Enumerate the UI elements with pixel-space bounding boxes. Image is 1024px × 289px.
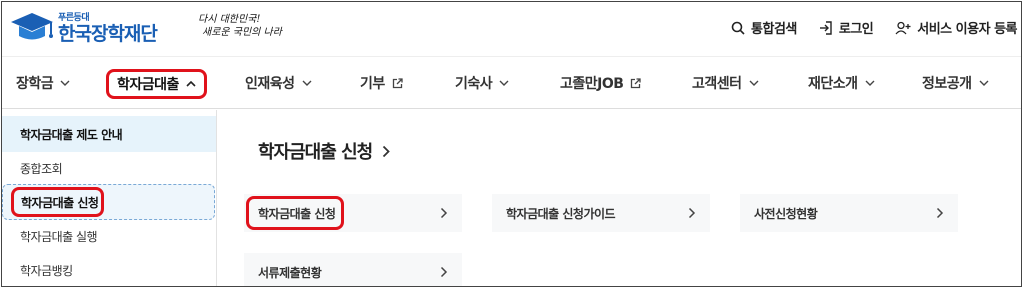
chevron-down-icon [302,80,312,86]
sidebar-item-loan-guide[interactable]: 학자금대출 제도 안내 [2,116,216,152]
chevron-down-icon [979,80,989,86]
card-label: 사전신청현황 [754,206,818,221]
integrated-search-link[interactable]: 통합검색 [731,18,797,37]
gnb-dormitory[interactable]: 기숙사 [455,57,509,109]
gnb-foundation[interactable]: 재단소개 [808,57,875,109]
chevron-right-icon [383,145,390,157]
user-add-icon [895,21,911,34]
slogan-line-2: 새로운 국민의 나라 [202,27,282,38]
gnb-job-label: 고졸만JOB [560,76,624,92]
card-label: 학자금대출 신청가이드 [506,206,616,221]
gnb-scholarship[interactable]: 장학금 [16,57,70,109]
gnb-talent[interactable]: 인재육성 [245,57,312,109]
card-document-status[interactable]: 서류제출현황 [244,253,462,286]
service-register-label: 서비스 이용자 등록 [917,22,1017,37]
gnb-disclosure[interactable]: 정보공개 [922,57,989,109]
header: 푸른등대 한국장학재단 다시 대한민국! 새로운 국민의 나라 통합검색 로그인… [2,2,1021,56]
gnb-donation-label: 기부 [360,76,385,92]
gnb-donation[interactable]: 기부 [360,57,403,109]
card-pre-application-status[interactable]: 사전신청현황 [740,194,958,232]
gnb-customer-center-label: 고객센터 [692,76,742,92]
gnb-dormitory-label: 기숙사 [455,76,493,92]
gnb-customer-center[interactable]: 고객센터 [692,57,759,109]
gnb-student-loan-label: 학자금대출 [117,77,179,93]
graduation-cap-icon [10,11,54,47]
chevron-right-icon [440,207,448,219]
page-title-text: 학자금대출 신청 [258,142,373,163]
page-frame: 푸른등대 한국장학재단 다시 대한민국! 새로운 국민의 나라 통합검색 로그인… [1,1,1022,287]
highlight-box [246,196,344,230]
sidebar-item-label: 학자금대출 제도 안내 [20,127,123,142]
sidebar: 학자금대출 제도 안내 종합조회 학자금대출 신청 학자금대출 실행 학자금뱅킹 [2,110,217,286]
chevron-right-icon [936,207,944,219]
integrated-search-label: 통합검색 [751,22,797,37]
sidebar-item-overview[interactable]: 종합조회 [2,150,216,186]
gnb-foundation-label: 재단소개 [808,76,858,92]
logo[interactable]: 푸른등대 한국장학재단 [10,11,158,47]
sidebar-item-label: 학자금대출 실행 [20,229,98,244]
chevron-down-icon [749,80,759,86]
search-icon [731,21,745,35]
logo-subtitle: 푸른등대 [58,13,90,23]
utility-menu: 통합검색 로그인 서비스 이용자 등록 [731,18,1017,37]
card-loan-apply-guide[interactable]: 학자금대출 신청가이드 [492,194,710,232]
chevron-right-icon [688,207,696,219]
login-label: 로그인 [838,22,874,37]
card-label: 서류제출현황 [258,265,322,280]
gnb-student-loan[interactable]: 학자금대출 [106,69,207,99]
login-link[interactable]: 로그인 [819,18,874,37]
page-title: 학자금대출 신청 [258,138,390,164]
chevron-down-icon [499,80,509,86]
external-link-icon [631,77,642,88]
external-link-icon [392,77,403,88]
sidebar-item-label: 종합조회 [20,161,63,176]
sidebar-item-banking[interactable]: 학자금뱅킹 [2,252,216,286]
sidebar-item-loan-execute[interactable]: 학자금대출 실행 [2,218,216,254]
gnb-talent-label: 인재육성 [245,76,295,92]
chevron-right-icon [440,266,448,278]
gnb-scholarship-label: 장학금 [16,76,54,92]
chevron-up-icon [186,81,196,87]
gnb-job[interactable]: 고졸만JOB [560,57,642,109]
chevron-down-icon [60,80,70,86]
service-register-link[interactable]: 서비스 이용자 등록 [895,18,1017,37]
sidebar-item-label: 학자금뱅킹 [20,263,73,278]
slogan: 다시 대한민국! 새로운 국민의 나라 [198,13,282,39]
logo-title: 한국장학재단 [58,23,158,45]
main-navigation: 장학금 학자금대출 인재육성 기부 기숙사 고졸만JOB 고객센터 재단소개 정… [2,56,1021,109]
chevron-down-icon [865,80,875,86]
slogan-line-1: 다시 대한민국! [198,14,261,25]
login-icon [819,20,832,35]
highlight-box [11,187,104,217]
gnb-disclosure-label: 정보공개 [922,76,972,92]
